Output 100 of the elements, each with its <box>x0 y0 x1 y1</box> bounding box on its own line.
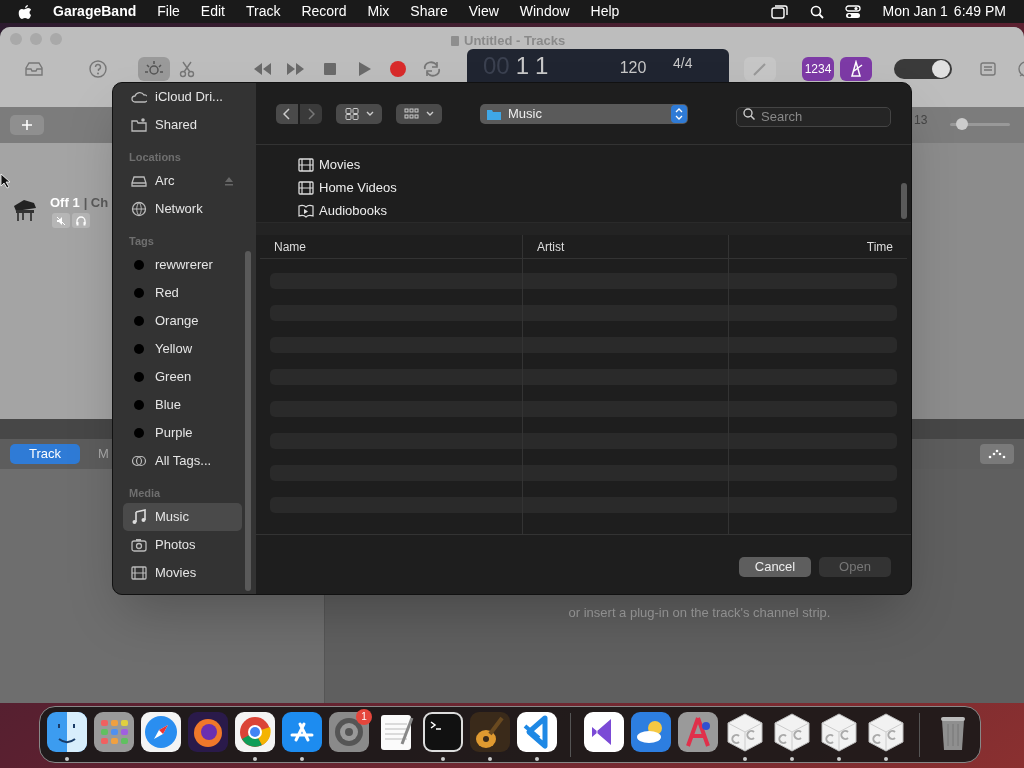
search-icon[interactable] <box>810 4 825 19</box>
code-editor-icon[interactable] <box>584 711 624 752</box>
menu-item[interactable]: Track <box>245 1 281 22</box>
tag-dot-icon <box>131 341 147 357</box>
search-field[interactable]: Search <box>736 106 891 127</box>
sidebar-item[interactable]: Orange <box>123 307 242 335</box>
app-store-icon[interactable] <box>282 711 322 752</box>
sidebar-item[interactable]: Arc <box>123 167 242 195</box>
column-header[interactable]: Name <box>260 235 522 259</box>
help-icon <box>88 60 108 78</box>
music-note-icon <box>131 509 147 525</box>
forward-button[interactable] <box>300 103 322 124</box>
lcd-beat-number: 1 <box>535 53 549 79</box>
sidebar-heading: Media <box>128 486 162 501</box>
sidebar-item[interactable]: rewwrerer <box>123 251 242 279</box>
track-name: Off 1 <box>50 194 80 212</box>
editor-view-button[interactable] <box>980 444 1014 464</box>
menu-item[interactable]: File <box>157 1 180 22</box>
control-center-icon[interactable] <box>845 4 862 19</box>
cube-icon[interactable] <box>772 711 812 752</box>
gear-icon[interactable] <box>329 711 369 752</box>
chevron-left-icon <box>283 107 291 120</box>
sidebar-item[interactable]: Yellow <box>123 335 242 363</box>
code-editor-icon[interactable] <box>517 711 557 752</box>
menubar-time[interactable]: 6:49 PM <box>953 1 1006 22</box>
apple-icon[interactable] <box>18 3 32 20</box>
record-icon <box>388 60 408 78</box>
guitar-icon[interactable] <box>470 711 510 752</box>
menu-item[interactable]: View <box>468 1 499 22</box>
compass-icon[interactable] <box>141 711 181 752</box>
group-view-icon <box>404 107 420 120</box>
windows-icon[interactable] <box>771 4 790 19</box>
dots-icon <box>987 449 1007 459</box>
menu-item[interactable]: Window <box>519 1 570 22</box>
sidebar-item[interactable]: Music <box>123 503 242 531</box>
group-view-button[interactable] <box>396 103 442 124</box>
sidebar-item[interactable]: Shared <box>123 111 242 139</box>
scrollbar[interactable] <box>245 251 251 591</box>
menu-item[interactable]: Help <box>590 1 620 22</box>
sidebar-item[interactable]: Green <box>123 363 242 391</box>
sidebar-heading: Tags <box>128 234 155 249</box>
notepad-icon <box>978 60 998 78</box>
dialog-button[interactable]: Cancel <box>739 557 811 577</box>
tag-dot-icon <box>131 285 147 301</box>
browser-item[interactable]: Movies <box>298 153 911 176</box>
menu-item[interactable]: Record <box>301 1 347 22</box>
menu-item[interactable]: Share <box>410 1 448 22</box>
smart-controls-button[interactable] <box>138 57 170 81</box>
app-menu[interactable]: GarageBand <box>53 1 137 22</box>
terminal-icon[interactable] <box>423 711 463 752</box>
sidebar-item[interactable]: Blue <box>123 391 242 419</box>
sidebar-item[interactable]: Network <box>123 195 242 223</box>
headphones-icon <box>76 215 86 226</box>
plus-icon <box>21 119 33 131</box>
location-dropdown[interactable]: Music <box>480 104 688 124</box>
sidebar-item[interactable]: All Tags... <box>123 447 242 475</box>
sun-cloud-icon[interactable] <box>631 711 671 752</box>
count-in-button[interactable]: 1234 <box>802 57 834 81</box>
browser-item[interactable]: Home Videos <box>298 176 911 199</box>
finder-face-icon[interactable] <box>47 711 87 752</box>
lcd-signature: 4/4 <box>673 54 693 73</box>
scrollbar[interactable] <box>901 183 907 219</box>
menu-item[interactable]: Edit <box>200 1 225 22</box>
rewind-icon <box>252 60 272 78</box>
cycle-icon <box>422 60 442 78</box>
cube-icon[interactable] <box>866 711 906 752</box>
cube-icon[interactable] <box>725 711 765 752</box>
split-handle[interactable] <box>256 223 911 235</box>
circle-logo-icon[interactable] <box>235 711 275 752</box>
menubar-date[interactable]: Mon Jan 1 <box>882 1 948 22</box>
menu-item[interactable]: Mix <box>367 1 390 22</box>
toggle-switch[interactable] <box>894 59 952 79</box>
updown-icon <box>675 108 683 120</box>
browser-item[interactable]: Audiobooks <box>298 199 911 222</box>
metronome-button[interactable] <box>840 57 872 81</box>
tag-dot-icon <box>131 369 147 385</box>
tag-dot-icon <box>131 425 147 441</box>
column-header[interactable]: Artist <box>522 235 728 259</box>
chevron-right-icon <box>307 107 315 120</box>
document-icon <box>450 34 460 47</box>
app-grid-icon[interactable] <box>94 711 134 752</box>
cloud-icon <box>131 89 147 105</box>
drive-icon <box>131 173 147 189</box>
icon-view-button[interactable] <box>336 103 382 124</box>
letter-logo-icon[interactable] <box>678 711 718 752</box>
sidebar-item[interactable]: Purple <box>123 419 242 447</box>
add-track-button[interactable] <box>10 115 44 135</box>
cube-icon[interactable] <box>819 711 859 752</box>
tag-dot-icon <box>131 257 147 273</box>
lcd-tempo: 120 <box>618 59 648 77</box>
sidebar-item[interactable]: Red <box>123 279 242 307</box>
chevron-down-icon <box>426 110 434 117</box>
sidebar-item[interactable]: iCloud Dri... <box>123 83 242 111</box>
sidebar-item[interactable]: Photos <box>123 531 242 559</box>
column-header[interactable]: Time <box>728 235 907 259</box>
zoom-slider[interactable] <box>950 118 1010 130</box>
back-button[interactable] <box>276 103 298 124</box>
editor-tab[interactable]: Track <box>10 444 80 464</box>
sidebar-item[interactable]: Movies <box>123 559 242 587</box>
tag-dot-icon <box>131 397 147 413</box>
